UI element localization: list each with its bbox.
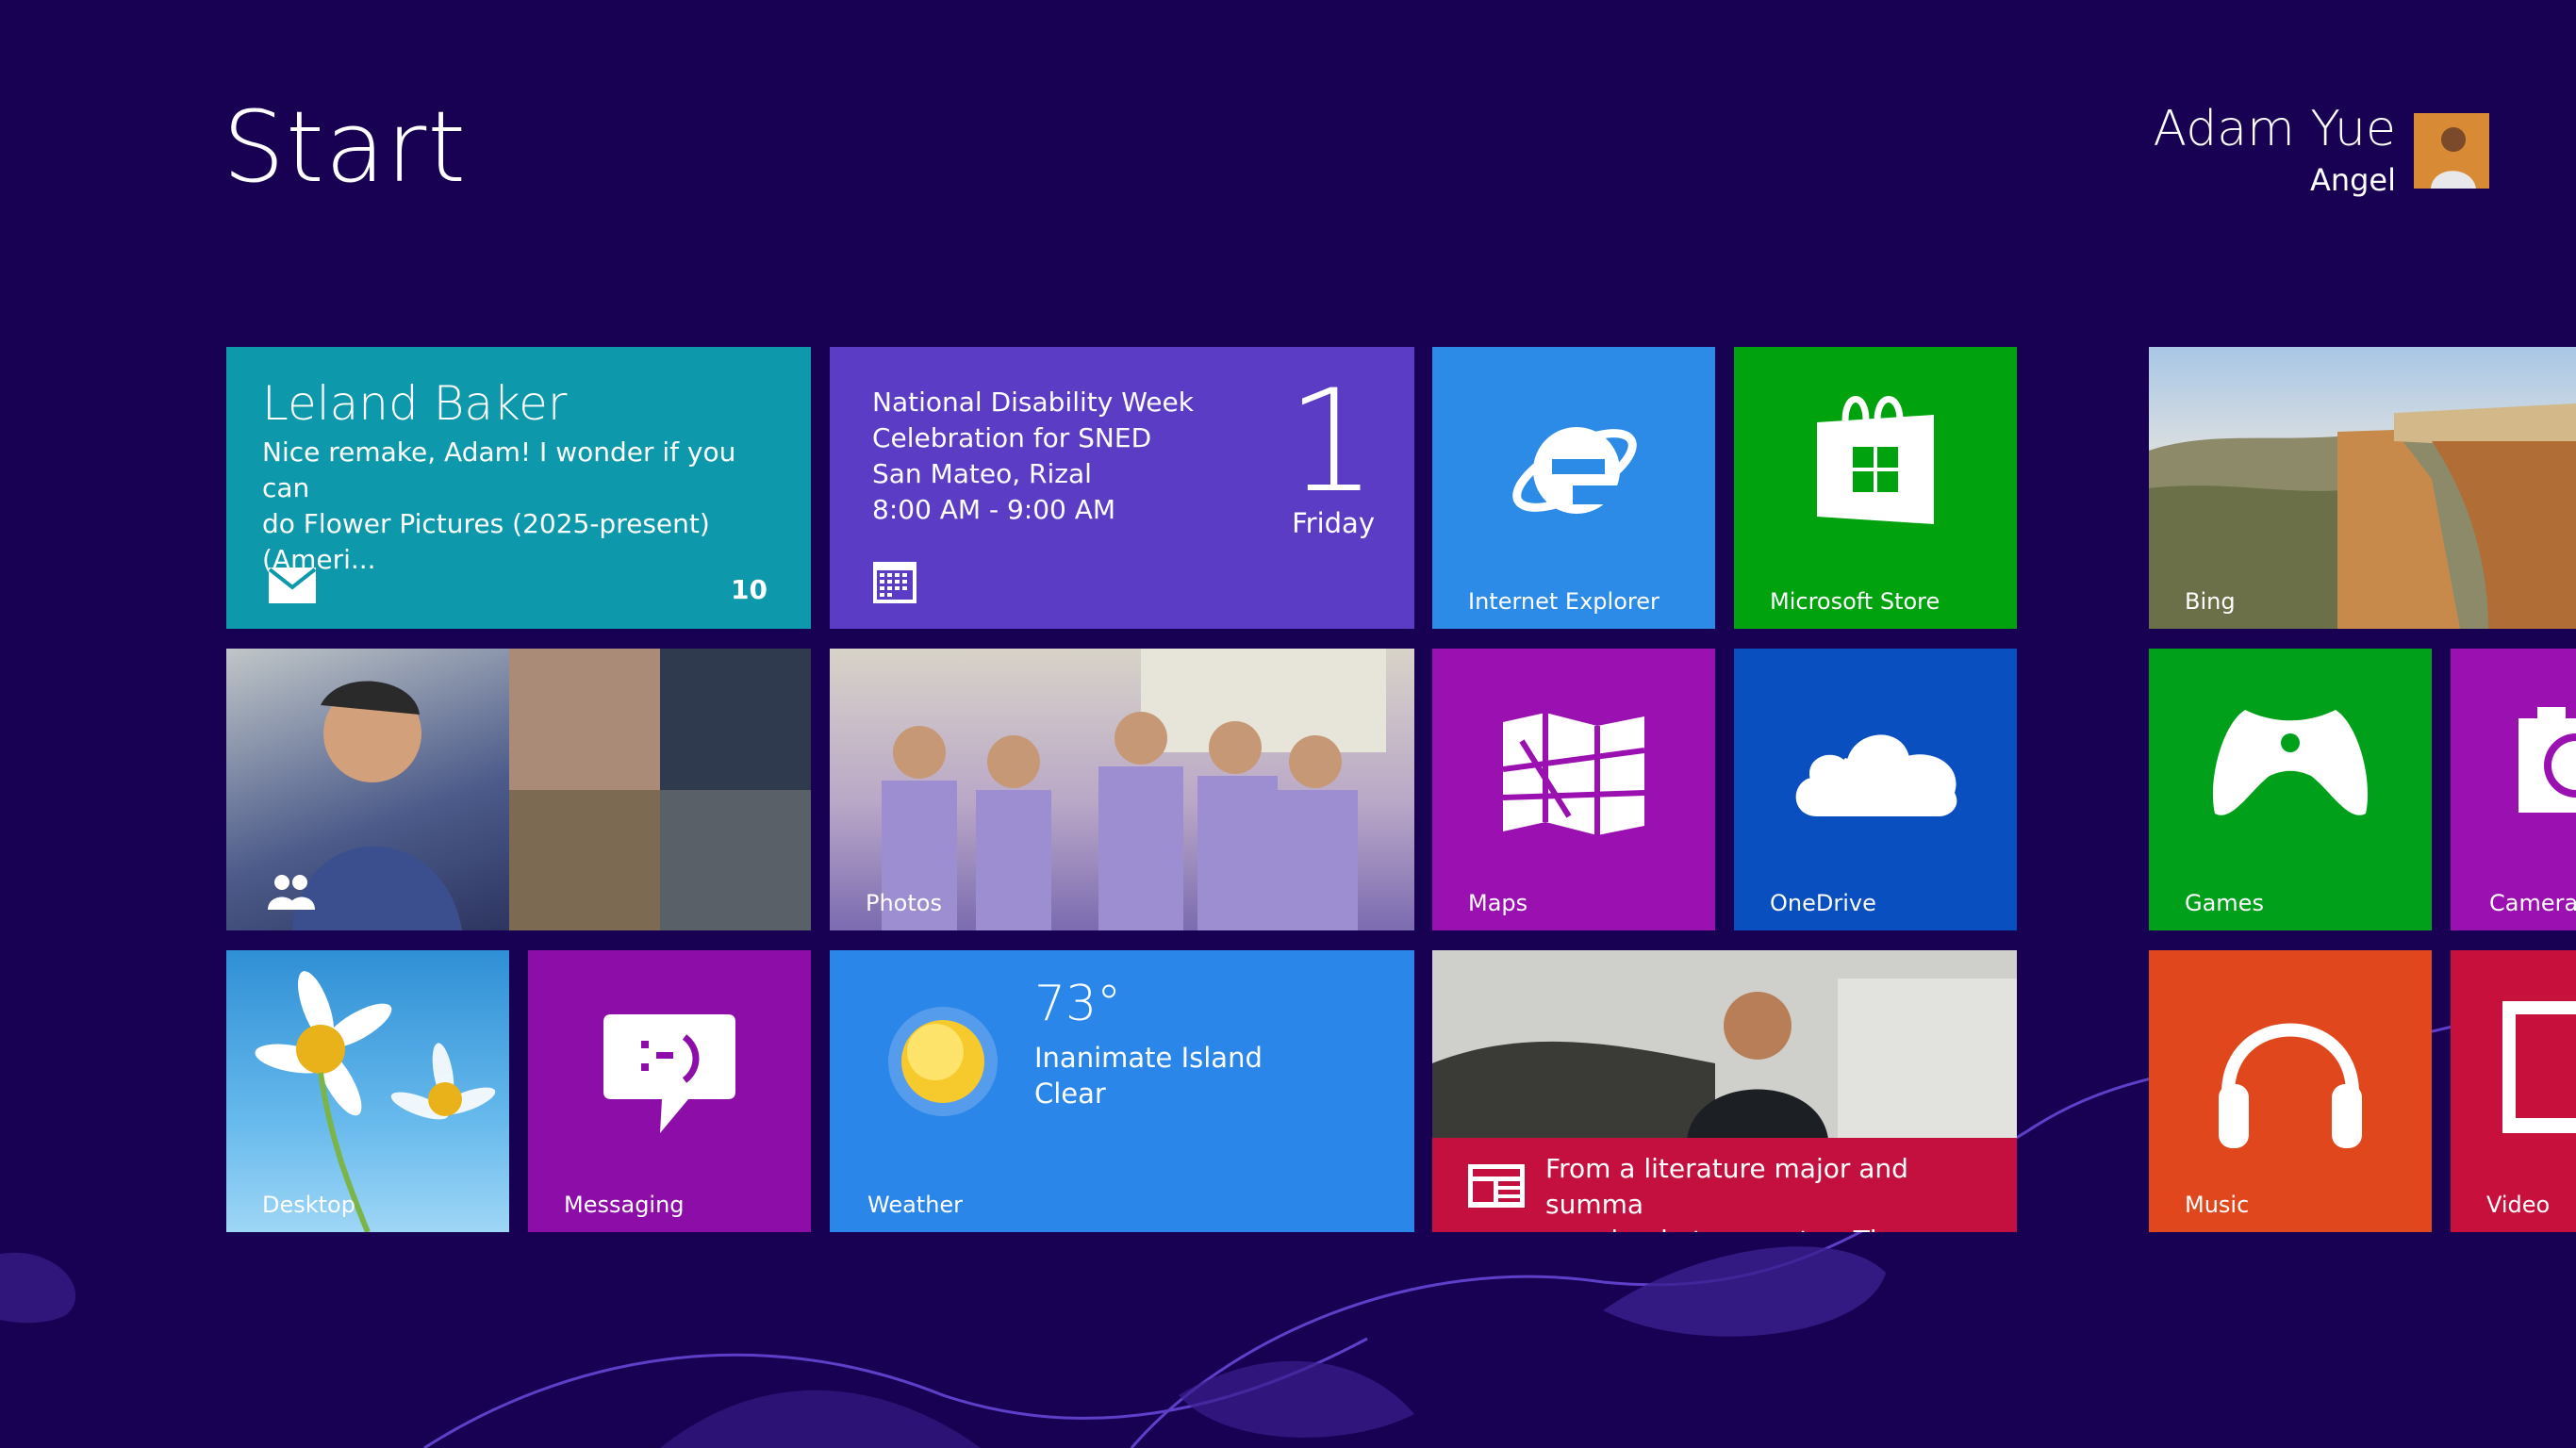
weather-details: Inanimate Island Clear [1034, 1040, 1263, 1111]
messaging-icon [603, 1014, 735, 1133]
calendar-icon [872, 561, 917, 604]
news-headline-line1: From a literature major and summa [1545, 1153, 1908, 1220]
games-icon [2207, 705, 2373, 823]
calendar-event-location: San Mateo, Rizal [872, 458, 1092, 489]
weather-condition: Clear [1034, 1078, 1106, 1110]
desktop-label: Desktop [262, 1192, 355, 1218]
people-icon [266, 872, 315, 910]
calendar-day-number: 1 [1286, 360, 1377, 524]
weather-temperature: 73° [1034, 976, 1122, 1032]
photos-label: Photos [866, 890, 942, 916]
mail-tile[interactable]: Leland Baker Nice remake, Adam! I wonder… [226, 347, 811, 629]
bing-label: Bing [2185, 588, 2236, 615]
video-tile[interactable]: Video [2451, 950, 2576, 1232]
bing-tile[interactable]: Bing [2149, 347, 2576, 629]
avatar[interactable] [2414, 113, 2489, 189]
news-headline-line2: cum laude to an actor: The many fa... [1545, 1223, 1998, 1232]
people-photo-5 [660, 790, 811, 930]
user-name: Adam Yue [2153, 101, 2396, 157]
weather-label: Weather [867, 1192, 964, 1218]
user-account[interactable]: Adam Yue Angel [2154, 100, 2396, 198]
music-tile[interactable]: Music [2149, 950, 2432, 1232]
weather-tile[interactable]: 73° Inanimate Island Clear Weather [830, 950, 1414, 1232]
people-tile[interactable] [226, 649, 811, 930]
onedrive-tile[interactable]: OneDrive [1734, 649, 2017, 930]
news-icon [1468, 1164, 1525, 1208]
games-tile[interactable]: Games [2149, 649, 2432, 930]
photos-tile[interactable]: Photos [830, 649, 1414, 930]
sun-icon [886, 1005, 999, 1118]
mail-preview: Nice remake, Adam! I wonder if you can d… [262, 435, 790, 578]
ie-icon [1505, 399, 1644, 538]
calendar-event-title2: Celebration for SNED [872, 422, 1152, 453]
desktop-flowers-image [255, 971, 496, 1232]
camera-label: Camera [2489, 890, 2576, 916]
onedrive-icon [1789, 713, 1962, 818]
news-tile[interactable]: From a literature major and summa cum la… [1432, 950, 2017, 1232]
calendar-event-time: 8:00 AM - 9:00 AM [872, 494, 1116, 525]
photos-group-image [882, 649, 1386, 930]
microsoft-store-label: Microsoft Store [1770, 588, 1940, 615]
store-icon [1809, 383, 1941, 534]
news-photo-image [1432, 950, 2017, 1139]
mail-icon [268, 567, 317, 604]
maps-icon [1503, 713, 1644, 835]
weather-location: Inanimate Island [1034, 1042, 1263, 1074]
desktop-tile[interactable]: Desktop [226, 950, 509, 1232]
video-icon [2502, 1001, 2576, 1133]
calendar-tile[interactable]: National Disability Week Celebration for… [830, 347, 1414, 629]
mail-preview-line2: do Flower Pictures (2025-present) (Ameri… [262, 508, 710, 575]
internet-explorer-label: Internet Explorer [1468, 588, 1660, 615]
news-headline: From a literature major and summa cum la… [1545, 1151, 1998, 1232]
calendar-weekday: Friday [1292, 507, 1375, 539]
onedrive-label: OneDrive [1770, 890, 1876, 916]
maps-tile[interactable]: Maps [1432, 649, 1715, 930]
headphones-icon [2215, 990, 2366, 1150]
microsoft-store-tile[interactable]: Microsoft Store [1734, 347, 2017, 629]
people-photo-4 [509, 790, 660, 930]
mail-sender: Leland Baker [262, 376, 568, 431]
bing-landscape-image [2149, 403, 2576, 629]
messaging-tile[interactable]: Messaging [528, 950, 811, 1232]
music-label: Music [2185, 1192, 2250, 1218]
video-label: Video [2486, 1192, 2551, 1218]
mail-preview-line1: Nice remake, Adam! I wonder if you can [262, 436, 736, 503]
camera-tile[interactable]: Camera [2451, 649, 2576, 930]
maps-label: Maps [1468, 890, 1528, 916]
people-photo-2 [509, 649, 660, 790]
page-title: Start [223, 90, 468, 205]
mail-unread-count: 10 [731, 574, 768, 605]
news-caption: From a literature major and summa cum la… [1432, 1138, 2017, 1232]
calendar-event-title1: National Disability Week [872, 387, 1194, 418]
camera-icon [2518, 707, 2576, 820]
games-label: Games [2185, 890, 2264, 916]
people-photo-3 [660, 649, 811, 790]
user-subtitle: Angel [2309, 162, 2396, 198]
messaging-label: Messaging [564, 1192, 685, 1218]
calendar-event: National Disability Week Celebration for… [872, 385, 1194, 528]
internet-explorer-tile[interactable]: Internet Explorer [1432, 347, 1715, 629]
